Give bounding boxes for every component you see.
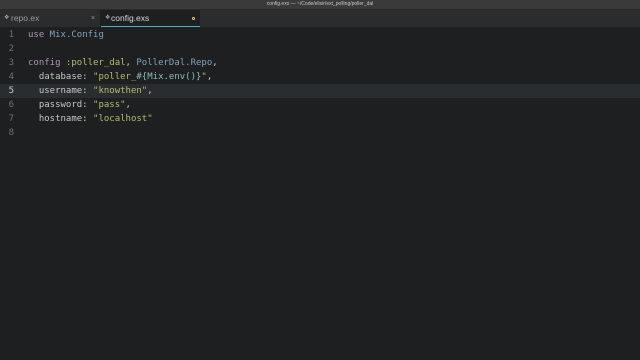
code-text: database: "poller_#{Mix.env()}",: [28, 70, 212, 84]
code-token: password:: [28, 100, 94, 110]
line-number: 1: [8, 30, 14, 40]
code-text: password: "pass",: [28, 98, 131, 112]
title-bar: config.exs — ~/Code/elixir/ext_polling/p…: [0, 0, 640, 10]
code-text: hostname: "localhost": [28, 112, 153, 126]
code-token: "knowthen": [93, 86, 148, 96]
code-editor[interactable]: 1 use Mix.Config 2 3 config :poller_dal, Pol…: [0, 27, 640, 360]
code-token: ,: [125, 100, 131, 110]
code-token: username:: [28, 86, 94, 96]
line-number: 8: [8, 128, 14, 138]
line-number: 3: [8, 58, 14, 68]
code-token: ,: [206, 72, 213, 82]
code-token: ,: [212, 58, 218, 68]
code-line[interactable]: 4 database: "poller_#{Mix.env()}",: [0, 70, 640, 84]
code-text: use Mix.Config: [28, 28, 104, 42]
code-token: #{Mix.env()}: [136, 72, 202, 82]
modified-indicator-icon[interactable]: [192, 17, 195, 20]
line-number: 4: [8, 72, 14, 82]
code-text: config :poller_dal, PollerDal.Repo,: [28, 56, 218, 70]
code-line[interactable]: 1 use Mix.Config: [0, 28, 640, 42]
tab-bar: ❖ repo.ex × ❖ config.exs: [0, 10, 640, 27]
code-line[interactable]: 3 config :poller_dal, PollerDal.Repo,: [0, 56, 640, 70]
file-code-icon: ❖: [105, 15, 111, 21]
code-token: ,: [147, 86, 153, 96]
tab-label: config.exs: [111, 13, 150, 23]
code-token: hostname:: [28, 114, 94, 124]
code-token: Mix.Config: [44, 30, 104, 40]
close-icon[interactable]: ×: [91, 10, 95, 27]
code-line[interactable]: 2: [0, 42, 640, 56]
line-number: 6: [8, 100, 14, 110]
window-title: config.exs — ~/Code/elixir/ext_polling/p…: [266, 1, 374, 7]
file-code-icon: ❖: [4, 15, 10, 21]
code-token: "poller_: [93, 72, 137, 82]
code-token: database:: [28, 72, 94, 82]
tab-label: repo.ex: [11, 13, 40, 23]
code-text: username: "knowthen",: [28, 84, 153, 98]
line-number: 5: [8, 86, 14, 96]
code-line[interactable]: 5 username: "knowthen",: [0, 84, 640, 98]
line-number: 2: [8, 44, 14, 54]
code-token: "localhost": [93, 114, 153, 124]
code-token: "pass": [93, 100, 126, 110]
line-number: 7: [8, 114, 14, 124]
code-line[interactable]: 6 password: "pass",: [0, 98, 640, 112]
code-line[interactable]: 7 hostname: "localhost": [0, 112, 640, 126]
code-token: use: [28, 30, 45, 40]
tab-repo-ex[interactable]: ❖ repo.ex ×: [0, 10, 100, 27]
code-token: config: [28, 58, 61, 68]
editor-window: config.exs — ~/Code/elixir/ext_polling/p…: [0, 0, 640, 360]
code-token: PollerDal.Repo: [136, 58, 213, 68]
code-line[interactable]: 8: [0, 126, 640, 140]
code-token: :poller_dal: [60, 58, 126, 68]
code-token: ,: [125, 58, 137, 68]
tab-config-exs[interactable]: ❖ config.exs: [101, 10, 200, 27]
